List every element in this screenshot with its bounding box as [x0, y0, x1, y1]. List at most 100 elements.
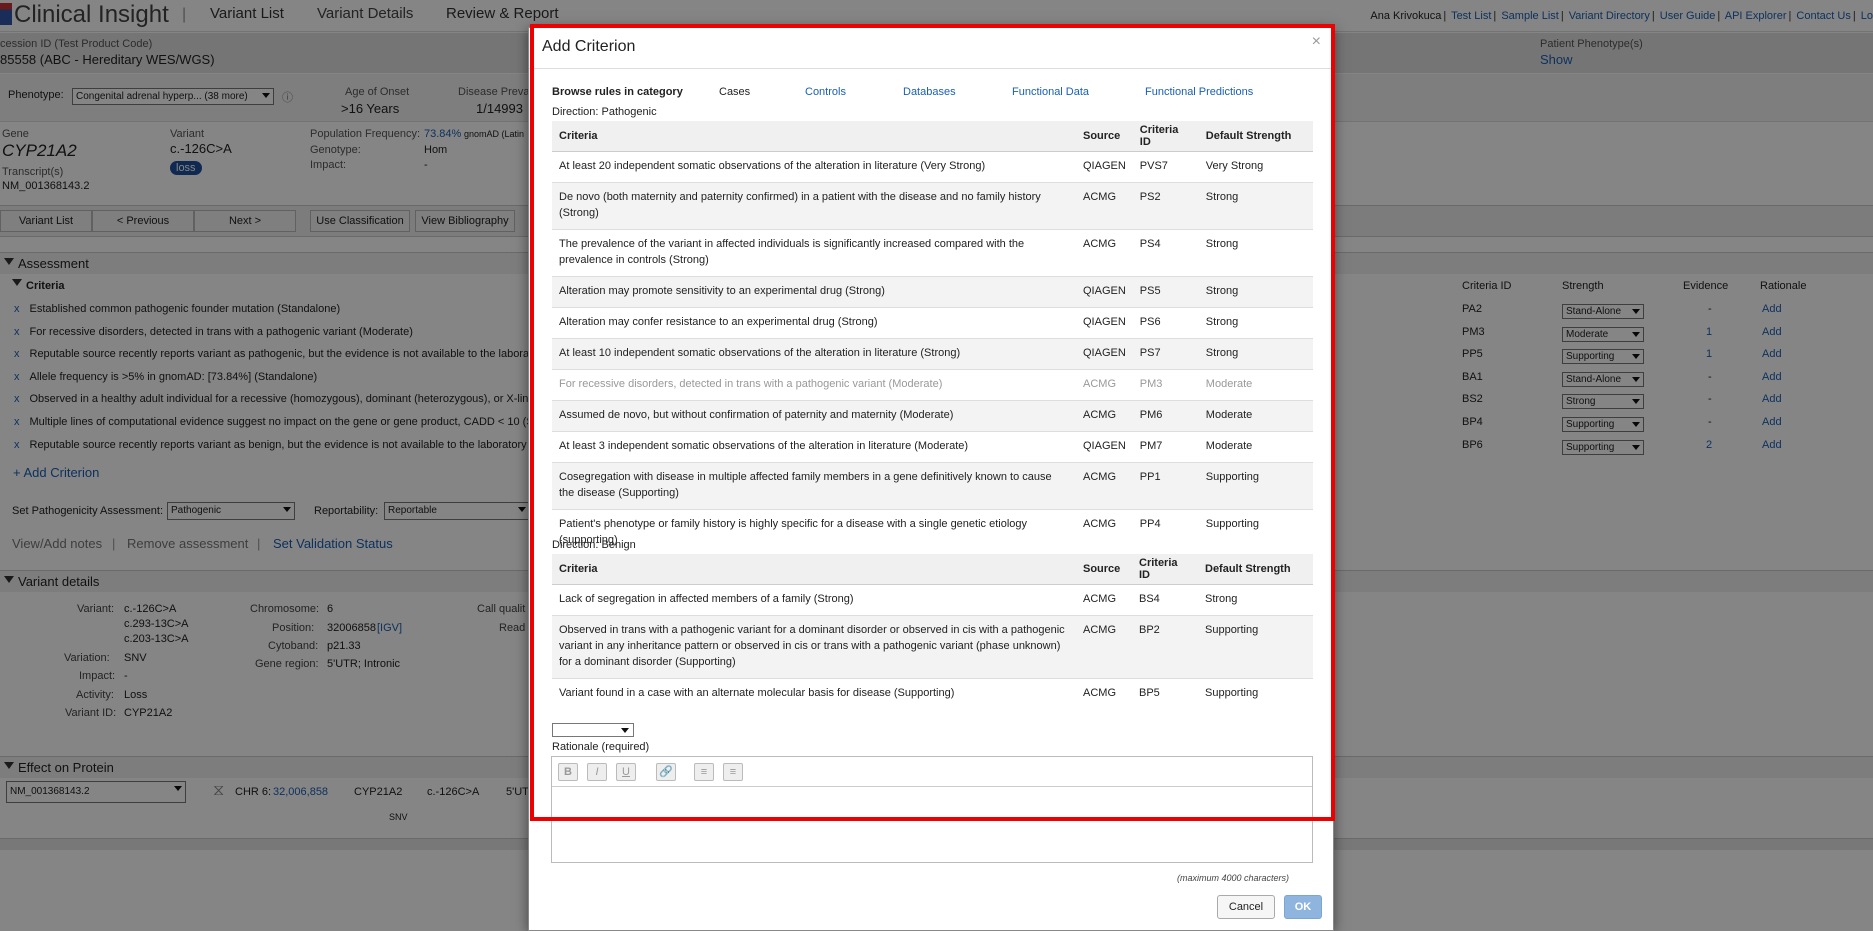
criterion-id: PS6 — [1132, 306, 1199, 338]
criterion-id: BP2 — [1132, 614, 1198, 678]
direction-label: Direction: — [552, 106, 602, 118]
criterion-text: For recessive disorders, detected in tra… — [552, 368, 1076, 400]
col-criteria-id: Criteria ID — [1132, 121, 1199, 152]
criterion-id: PM3 — [1132, 368, 1199, 400]
direction-label: Direction: — [552, 539, 602, 551]
pathogenic-criteria-table: Criteria Source Criteria ID Default Stre… — [552, 121, 1313, 556]
ordered-list-button[interactable]: ≡ — [694, 763, 714, 781]
criterion-strength: Supporting — [1198, 461, 1313, 509]
criterion-strength: Supporting — [1198, 508, 1313, 556]
criterion-id: PS4 — [1132, 228, 1199, 276]
criterion-text: Observed in trans with a pathogenic vari… — [552, 614, 1076, 678]
criterion-option-row: For recessive disorders, detected in tra… — [552, 368, 1313, 400]
criterion-option-row[interactable]: Lack of segregation in affected members … — [552, 583, 1313, 615]
criterion-option-row[interactable]: The prevalence of the variant in affecte… — [552, 228, 1313, 276]
criterion-source: ACMG — [1076, 368, 1133, 400]
criterion-strength: Moderate — [1198, 399, 1313, 431]
criterion-text: At least 20 independent somatic observat… — [552, 150, 1076, 182]
criterion-id: PVS7 — [1132, 150, 1199, 182]
criterion-option-row[interactable]: Alteration may promote sensitivity to an… — [552, 275, 1313, 307]
category-cases[interactable]: Cases — [719, 86, 750, 98]
criterion-source: ACMG — [1076, 614, 1132, 678]
criterion-source: ACMG — [1076, 399, 1133, 431]
criterion-option-row[interactable]: Observed in trans with a pathogenic vari… — [552, 614, 1313, 678]
criterion-source: QIAGEN — [1076, 150, 1133, 182]
criterion-id: PS2 — [1132, 181, 1199, 229]
rationale-editor[interactable]: B I U 🔗 ≡ ≡ — [551, 756, 1313, 863]
link-button[interactable]: 🔗 — [656, 763, 676, 781]
criterion-source: ACMG — [1076, 677, 1132, 709]
criterion-text: At least 10 independent somatic observat… — [552, 337, 1076, 369]
criterion-source: ACMG — [1076, 461, 1133, 509]
direction-pathogenic: Direction: Pathogenic — [552, 106, 657, 118]
bullet-list-button[interactable]: ≡ — [723, 763, 743, 781]
criterion-text: The prevalence of the variant in affecte… — [552, 228, 1076, 276]
category-controls[interactable]: Controls — [805, 86, 846, 98]
underline-button[interactable]: U — [616, 763, 636, 781]
criterion-option-row[interactable]: Cosegregation with disease in multiple a… — [552, 461, 1313, 509]
italic-button[interactable]: I — [587, 763, 607, 781]
criterion-id: PP4 — [1132, 508, 1199, 556]
category-functional-data[interactable]: Functional Data — [1012, 86, 1089, 98]
add-criterion-dialog: Add Criterion × Browse rules in category… — [528, 27, 1334, 931]
cancel-button[interactable]: Cancel — [1217, 895, 1275, 919]
criterion-option-row[interactable]: Patient's phenotype or family history is… — [552, 508, 1313, 556]
col-criteria: Criteria — [552, 554, 1076, 585]
rationale-label: Rationale (required) — [552, 741, 650, 753]
criterion-strength: Strong — [1198, 306, 1313, 338]
criterion-id: PS7 — [1132, 337, 1199, 369]
browse-rules-label: Browse rules in category — [552, 86, 683, 98]
criterion-option-row[interactable]: At least 10 independent somatic observat… — [552, 337, 1313, 369]
category-functional-predictions[interactable]: Functional Predictions — [1145, 86, 1253, 98]
criterion-strength: Strong — [1198, 275, 1313, 307]
criterion-id: PS5 — [1132, 275, 1199, 307]
criterion-text: De novo (both maternity and paternity co… — [552, 181, 1076, 229]
criterion-text: Alteration may confer resistance to an e… — [552, 306, 1076, 338]
col-default-strength: Default Strength — [1198, 121, 1313, 152]
category-tabs: Browse rules in category Cases Controls … — [552, 82, 1312, 102]
criterion-source: QIAGEN — [1076, 430, 1133, 462]
max-chars-note: (maximum 4000 characters) — [1177, 873, 1290, 883]
criterion-strength: Supporting — [1198, 677, 1313, 709]
criterion-text: Alteration may promote sensitivity to an… — [552, 275, 1076, 307]
criterion-text: Lack of segregation in affected members … — [552, 583, 1076, 615]
criterion-strength: Strong — [1198, 228, 1313, 276]
dialog-title: Add Criterion — [542, 38, 636, 55]
criterion-source: ACMG — [1076, 508, 1133, 556]
criterion-option-row[interactable]: Alteration may confer resistance to an e… — [552, 306, 1313, 338]
criterion-source: QIAGEN — [1076, 275, 1133, 307]
bold-button[interactable]: B — [558, 763, 578, 781]
criterion-id: BS4 — [1132, 583, 1198, 615]
strength-select[interactable] — [552, 723, 634, 737]
criterion-source: ACMG — [1076, 228, 1133, 276]
direction-benign: Direction: Benign — [552, 539, 636, 551]
criterion-option-row[interactable]: De novo (both maternity and paternity co… — [552, 181, 1313, 229]
benign-criteria-table: Criteria Source Criteria ID Default Stre… — [552, 554, 1313, 709]
criterion-source: QIAGEN — [1076, 306, 1133, 338]
criterion-option-row[interactable]: At least 20 independent somatic observat… — [552, 150, 1313, 182]
col-criteria-id: Criteria ID — [1132, 554, 1198, 585]
criterion-source: QIAGEN — [1076, 337, 1133, 369]
criterion-option-row[interactable]: At least 3 independent somatic observati… — [552, 430, 1313, 462]
criterion-text: Assumed de novo, but without confirmatio… — [552, 399, 1076, 431]
criterion-strength: Strong — [1198, 181, 1313, 229]
criterion-text: Cosegregation with disease in multiple a… — [552, 461, 1076, 509]
criterion-option-row[interactable]: Assumed de novo, but without confirmatio… — [552, 399, 1313, 431]
ok-button[interactable]: OK — [1284, 895, 1322, 919]
criterion-strength: Moderate — [1198, 368, 1313, 400]
criterion-id: BP5 — [1132, 677, 1198, 709]
close-icon[interactable]: × — [1312, 33, 1321, 51]
category-databases[interactable]: Databases — [903, 86, 956, 98]
criterion-option-row[interactable]: Variant found in a case with an alternat… — [552, 677, 1313, 709]
criterion-id: PP1 — [1132, 461, 1199, 509]
col-source: Source — [1076, 554, 1132, 585]
criterion-text: Variant found in a case with an alternat… — [552, 677, 1076, 709]
criterion-strength: Strong — [1198, 583, 1313, 615]
criterion-strength: Very Strong — [1198, 150, 1313, 182]
col-default-strength: Default Strength — [1198, 554, 1313, 585]
criterion-id: PM6 — [1132, 399, 1199, 431]
col-source: Source — [1076, 121, 1133, 152]
criterion-strength: Supporting — [1198, 614, 1313, 678]
criterion-strength: Strong — [1198, 337, 1313, 369]
col-criteria: Criteria — [552, 121, 1076, 152]
